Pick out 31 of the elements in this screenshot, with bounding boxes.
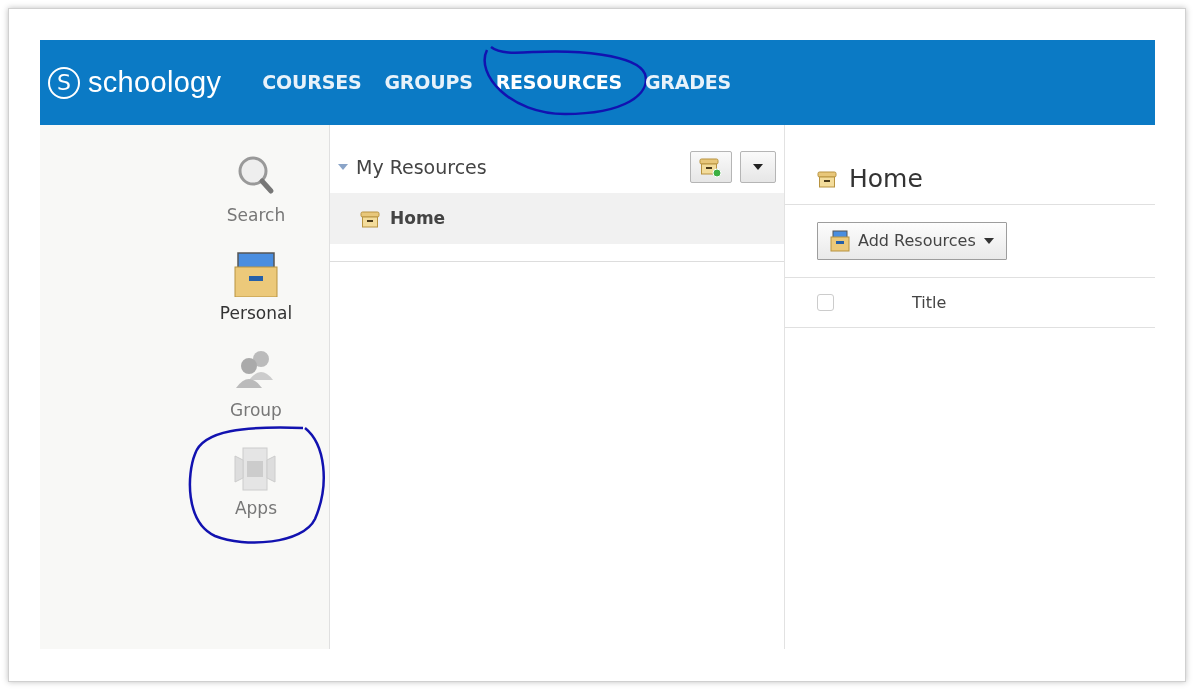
caret-icon <box>983 238 994 244</box>
new-folder-button[interactable] <box>690 151 732 183</box>
box-add-icon <box>699 156 723 178</box>
logo-icon[interactable]: S <box>48 66 80 99</box>
add-resources-button[interactable]: Add Resources <box>817 222 1007 260</box>
expand-caret-icon[interactable] <box>338 163 348 171</box>
dropdown-button[interactable] <box>740 151 776 183</box>
file-box-icon <box>233 250 279 297</box>
sidebar-item[interactable]: Search <box>191 153 321 229</box>
apps-icon <box>233 445 279 492</box>
column-header[interactable]: Title <box>912 290 947 315</box>
sidebar-item[interactable]: Personal <box>191 250 321 326</box>
logo-text[interactable]: schoology <box>88 60 222 105</box>
sidebar-label: Apps <box>234 496 278 520</box>
sidebar-label: Personal <box>219 301 293 325</box>
nav-tab[interactable]: GROUPS <box>373 62 484 103</box>
tree-title: My Resources <box>356 154 487 180</box>
nav-tab[interactable]: GRADES <box>633 62 743 103</box>
file-box-icon <box>830 230 850 252</box>
sidebar-label: Group <box>230 399 282 422</box>
box-icon <box>360 208 380 229</box>
sidebar-item[interactable]: Group <box>191 348 321 424</box>
box-icon <box>817 168 837 189</box>
tree-item[interactable]: Home <box>330 193 784 245</box>
page-title: Home <box>849 162 923 195</box>
sidebar-label: Search <box>226 204 286 227</box>
caret-icon <box>753 164 763 170</box>
nav-tab[interactable]: RESOURCES <box>484 62 633 103</box>
nav-tab[interactable]: COURSES <box>251 62 373 103</box>
sidebar-item[interactable]: Apps <box>191 445 321 521</box>
select-all-checkbox[interactable] <box>817 294 834 311</box>
